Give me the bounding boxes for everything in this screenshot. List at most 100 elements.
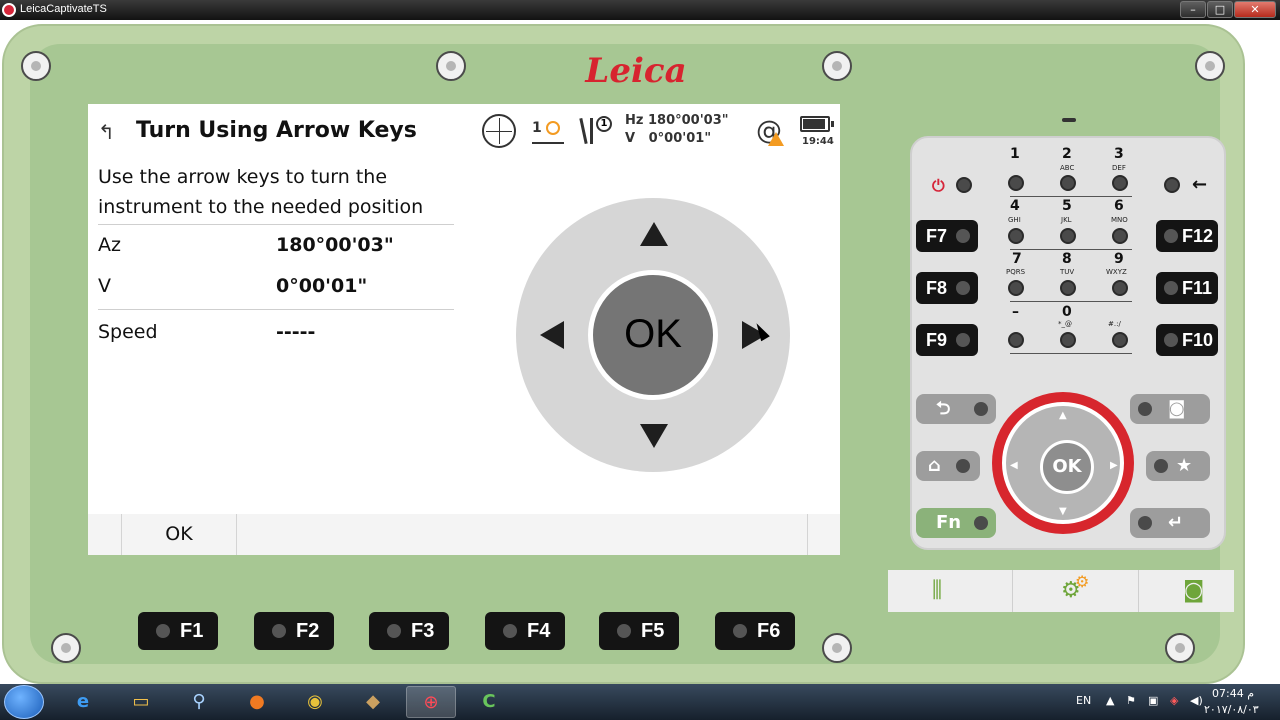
prism-status[interactable]: 1	[532, 114, 566, 148]
enter-button[interactable]: ↵	[1130, 508, 1210, 538]
home-button[interactable]: ⌂	[916, 451, 980, 481]
camtasia-icon[interactable]: C	[464, 686, 514, 718]
f11-button[interactable]: F11	[1156, 272, 1218, 304]
led-icon	[156, 624, 170, 638]
speed-value: -----	[276, 321, 316, 343]
f7-label: F7	[926, 226, 948, 246]
f10-button[interactable]: F10	[1156, 324, 1218, 356]
f5-button[interactable]: F5	[599, 612, 679, 650]
f11-label: F11	[1182, 278, 1213, 298]
side-toolbar: ⫼ ⚙ ⚙ ◙	[888, 570, 1234, 612]
hz-readout: Hz 180°00'03"	[625, 113, 729, 128]
camera-button[interactable]: ◙	[1130, 394, 1210, 424]
led-icon	[956, 281, 970, 295]
back-arrow-icon[interactable]: ↰	[98, 120, 115, 144]
app-icon[interactable]: ◆	[348, 686, 398, 718]
enter-icon: ↵	[1168, 512, 1184, 533]
tray-expand-icon[interactable]: ▲	[1106, 694, 1114, 707]
tripod-status[interactable]: 1	[578, 114, 612, 148]
power-button[interactable]	[956, 177, 972, 193]
nav-down-icon[interactable]: ▼	[1059, 506, 1067, 517]
taskbar-time[interactable]: 07:44 م	[1212, 687, 1254, 700]
f3-label: F3	[411, 620, 435, 642]
backspace-button[interactable]	[1164, 177, 1180, 193]
pad-ok-button[interactable]: OK	[588, 270, 718, 400]
arrow-left-icon[interactable]	[540, 321, 564, 349]
key-minus-button[interactable]	[1008, 332, 1024, 348]
instrument-screen: ↰ Turn Using Arrow Keys 1 1 Hz 180°00'03…	[84, 100, 844, 555]
arrow-up-icon[interactable]	[640, 222, 668, 246]
back-button[interactable]: ⮌	[916, 394, 996, 424]
key-7-button[interactable]	[1008, 280, 1024, 296]
bars-icon: ⫼	[932, 578, 943, 603]
minimize-button[interactable]: –	[1180, 1, 1206, 18]
taskbar-date[interactable]: ٢٠١٧/٠٨/٠٣	[1204, 703, 1259, 716]
key-3-button[interactable]	[1112, 175, 1128, 191]
fn-button[interactable]: Fn	[916, 508, 996, 538]
arrow-pad: OK	[516, 198, 790, 472]
key-1-button[interactable]	[1008, 175, 1024, 191]
f4-button[interactable]: F4	[485, 612, 565, 650]
f7-button[interactable]: F7	[916, 220, 978, 252]
nav-right-icon[interactable]: ▶	[1110, 460, 1118, 471]
f1-button[interactable]: F1	[138, 612, 218, 650]
firefox-icon[interactable]: ●	[232, 686, 282, 718]
screw-icon	[822, 633, 852, 663]
key-hash-button[interactable]	[1112, 332, 1128, 348]
camera-settings-button[interactable]: ◙	[1138, 570, 1234, 612]
key-5-button[interactable]	[1060, 228, 1076, 244]
ie-icon[interactable]: e	[58, 686, 108, 718]
network-icon[interactable]: ▣	[1148, 694, 1158, 707]
f6-button[interactable]: F6	[715, 612, 795, 650]
settings-button[interactable]: ⚙ ⚙	[1012, 570, 1138, 612]
key-label: 1	[1010, 146, 1020, 162]
volume-icon[interactable]: ◀)	[1190, 694, 1203, 707]
f3-button[interactable]: F3	[369, 612, 449, 650]
indicator-led	[1062, 118, 1076, 122]
f8-button[interactable]: F8	[916, 272, 978, 304]
language-indicator[interactable]: EN	[1076, 694, 1091, 707]
led-icon	[956, 333, 970, 347]
key-sub-label: JKL	[1061, 216, 1072, 224]
security-icon[interactable]: ◈	[1170, 694, 1178, 707]
nav-up-icon[interactable]: ▲	[1059, 410, 1067, 421]
battery-icon[interactable]	[800, 116, 834, 132]
search-icon[interactable]: ⚲	[174, 686, 224, 718]
softkey-empty[interactable]	[236, 514, 807, 555]
nav-left-icon[interactable]: ◀	[1010, 460, 1018, 471]
f2-button[interactable]: F2	[254, 612, 334, 650]
camera-icon: ◙	[1168, 398, 1186, 419]
key-label: 0	[1062, 304, 1072, 320]
favourite-button[interactable]: ★	[1146, 451, 1210, 481]
home-icon: ⌂	[928, 455, 941, 476]
key-2-button[interactable]	[1060, 175, 1076, 191]
softkey-bar: OK	[88, 514, 840, 555]
target-icon[interactable]	[482, 114, 516, 148]
leica-captivate-taskbar-icon[interactable]: ⊕	[406, 686, 456, 718]
softkey-empty[interactable]	[807, 514, 840, 555]
flag-icon[interactable]: ⚑	[1126, 694, 1136, 707]
screw-icon	[1195, 51, 1225, 81]
nav-ok-button[interactable]: OK	[1040, 440, 1094, 494]
sensor-button[interactable]: ⫼	[888, 570, 1012, 612]
softkey-ok[interactable]: OK	[121, 514, 236, 555]
key-9-button[interactable]	[1112, 280, 1128, 296]
f9-button[interactable]: F9	[916, 324, 978, 356]
windows-start-icon[interactable]	[4, 685, 44, 719]
speed-label: Speed	[98, 321, 158, 343]
key-8-button[interactable]	[1060, 280, 1076, 296]
fn-label: Fn	[936, 512, 962, 533]
chrome-icon[interactable]: ◉	[290, 686, 340, 718]
maximize-button[interactable]: □	[1207, 1, 1233, 18]
key-label: 2	[1062, 146, 1072, 162]
arrow-down-icon[interactable]	[640, 424, 668, 448]
explorer-icon[interactable]: ▭	[116, 686, 166, 718]
key-0-button[interactable]	[1060, 332, 1076, 348]
close-button[interactable]: ✕	[1234, 1, 1276, 18]
key-label: 6	[1114, 198, 1124, 214]
key-6-button[interactable]	[1112, 228, 1128, 244]
f12-button[interactable]: F12	[1156, 220, 1218, 252]
angle-readout[interactable]: Hz 180°00'03" V 0°00'01"	[625, 112, 729, 148]
led-icon	[1164, 333, 1178, 347]
key-4-button[interactable]	[1008, 228, 1024, 244]
